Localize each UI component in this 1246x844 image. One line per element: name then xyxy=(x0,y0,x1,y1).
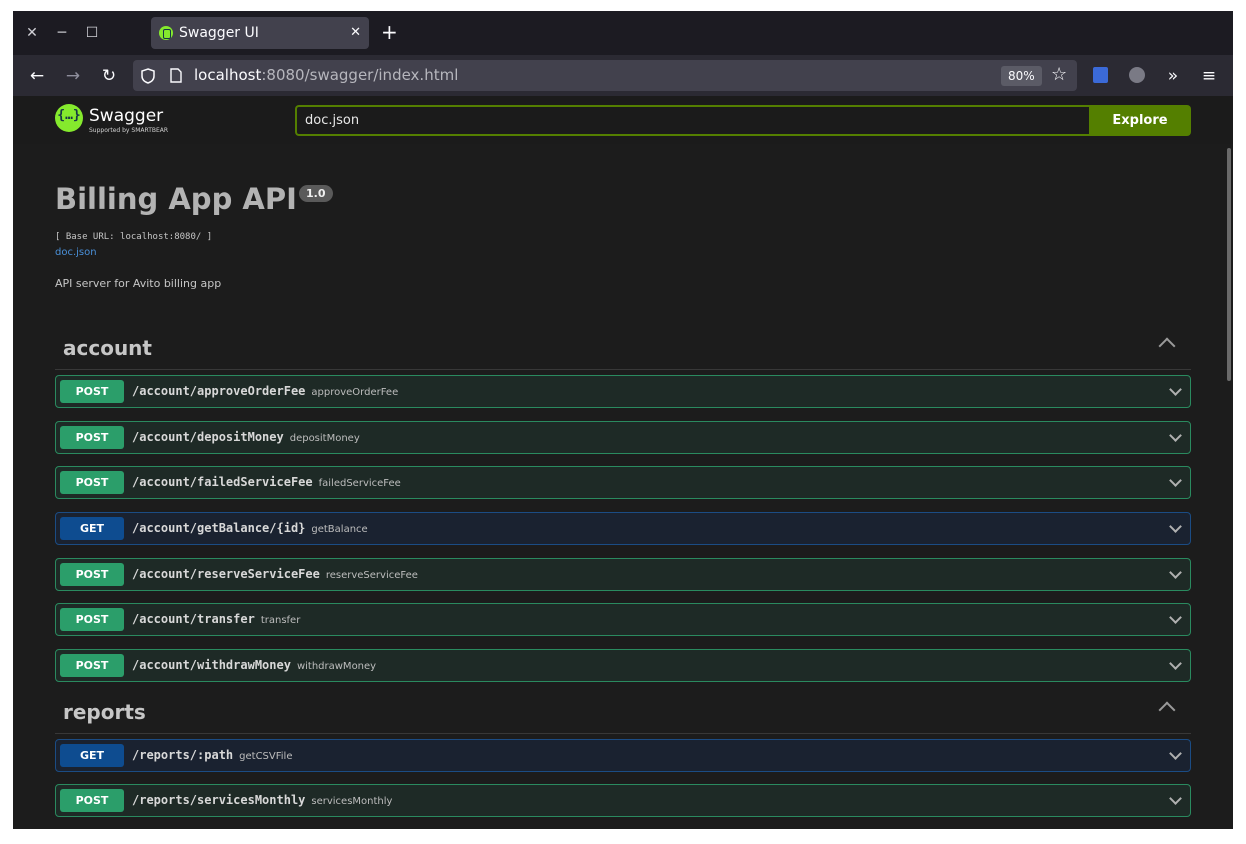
chevron-down-icon[interactable] xyxy=(1169,747,1182,760)
shield-icon[interactable] xyxy=(141,68,155,84)
path-text: /account/transfer xyxy=(132,612,255,626)
method-badge: POST xyxy=(60,654,124,677)
new-tab-icon[interactable]: + xyxy=(381,21,398,43)
operation-path: /account/depositMoney depositMoney xyxy=(132,430,360,444)
method-badge: GET xyxy=(60,517,124,540)
operation-path: /account/getBalance/{id} getBalance xyxy=(132,521,368,535)
tag-header-reports[interactable]: reports xyxy=(55,690,1191,734)
chevron-down-icon[interactable] xyxy=(1169,520,1182,533)
navigation-bar: ← → ↻ localhost:8080/swagger/index.html … xyxy=(13,55,1233,96)
operation-row[interactable]: GET /account/getBalance/{id} getBalance xyxy=(55,512,1191,545)
operation-summary: approveOrderFee xyxy=(311,387,399,398)
operation-summary: failedServiceFee xyxy=(318,478,401,489)
tab-close-icon[interactable]: ✕ xyxy=(350,25,361,40)
operation-summary: reserveServiceFee xyxy=(325,570,418,581)
path-text: /account/depositMoney xyxy=(132,430,284,444)
operation-summary: getCSVFile xyxy=(239,751,293,762)
operation-row[interactable]: POST /account/failedServiceFee failedServ… xyxy=(55,466,1191,499)
extension-avatar-icon[interactable] xyxy=(1129,67,1145,83)
reload-icon[interactable]: ↻ xyxy=(98,65,120,87)
path-text: /account/approveOrderFee xyxy=(132,384,306,398)
version-badge: 1.0 xyxy=(299,185,333,202)
base-url: [ Base URL: localhost:8080/ ] xyxy=(55,232,213,242)
method-badge: POST xyxy=(60,471,124,494)
path-text: /account/reserveServiceFee xyxy=(132,567,320,581)
api-description: API server for Avito billing app xyxy=(55,277,222,290)
operation-row[interactable]: GET /reports/:path getCSVFile xyxy=(55,739,1191,772)
operation-path: /account/withdrawMoney withdrawMoney xyxy=(132,658,376,672)
extension-shield-icon[interactable] xyxy=(1093,67,1108,83)
operation-summary: servicesMonthly xyxy=(311,796,393,807)
chevron-down-icon[interactable] xyxy=(1169,657,1182,670)
operation-row[interactable]: POST /account/withdrawMoney withdrawMoney xyxy=(55,649,1191,682)
path-text: /reports/:path xyxy=(132,748,234,762)
swagger-favicon-icon xyxy=(159,26,173,40)
overflow-extensions-icon[interactable]: » xyxy=(1162,65,1184,87)
path-text: /account/failedServiceFee xyxy=(132,475,313,489)
swagger-content: Billing App API 1.0 [ Base URL: localhos… xyxy=(13,144,1233,829)
chevron-up-icon[interactable] xyxy=(1158,701,1176,719)
operation-row[interactable]: POST /account/transfer transfer xyxy=(55,603,1191,636)
close-window-icon[interactable]: ✕ xyxy=(22,23,42,43)
swagger-brand-sub: Supported by SMARTBEAR xyxy=(89,127,169,134)
menu-icon[interactable]: ≡ xyxy=(1198,65,1220,87)
chevron-down-icon[interactable] xyxy=(1169,611,1182,624)
browser-tab[interactable]: Swagger UI ✕ xyxy=(151,17,369,49)
title-bar: ✕ ─ ☐ Swagger UI ✕ + xyxy=(13,11,1233,55)
page-icon[interactable] xyxy=(170,68,182,83)
swagger-logo-icon: {…} xyxy=(55,104,83,132)
tag-name: account xyxy=(63,336,152,360)
chevron-down-icon[interactable] xyxy=(1169,429,1182,442)
maximize-window-icon[interactable]: ☐ xyxy=(82,23,102,43)
scrollbar-thumb[interactable] xyxy=(1227,148,1231,381)
tag-header-account[interactable]: account xyxy=(55,326,1191,370)
spec-link[interactable]: doc.json xyxy=(55,247,97,258)
swagger-brand: Swagger xyxy=(89,106,164,126)
operation-path: /reports/servicesMonthly servicesMonthly xyxy=(132,793,392,807)
url-host: localhost xyxy=(194,66,262,84)
chevron-down-icon[interactable] xyxy=(1169,383,1182,396)
method-badge: POST xyxy=(60,608,124,631)
operation-row[interactable]: POST /account/reserveServiceFee reserveSe… xyxy=(55,558,1191,591)
address-bar[interactable]: localhost:8080/swagger/index.html 80% ☆ xyxy=(133,60,1077,91)
method-badge: POST xyxy=(60,426,124,449)
operation-row[interactable]: POST /reports/servicesMonthly servicesMon… xyxy=(55,784,1191,817)
operation-row[interactable]: POST /account/approveOrderFee approveOrde… xyxy=(55,375,1191,408)
url-text[interactable]: localhost:8080/swagger/index.html xyxy=(194,66,458,84)
zoom-indicator[interactable]: 80% xyxy=(1001,66,1042,86)
back-icon[interactable]: ← xyxy=(26,65,48,87)
operation-path: /reports/:path getCSVFile xyxy=(132,748,292,762)
operation-summary: depositMoney xyxy=(289,433,360,444)
operation-path: /account/failedServiceFee failedServiceFe… xyxy=(132,475,401,489)
browser-window: ✕ ─ ☐ Swagger UI ✕ + ← → ↻ localhost:808… xyxy=(13,11,1233,829)
operation-path: /account/approveOrderFee approveOrderFee xyxy=(132,384,398,398)
explore-button[interactable]: Explore xyxy=(1089,105,1191,136)
swagger-topbar: {…} Swagger Supported by SMARTBEAR doc.j… xyxy=(13,96,1233,144)
chevron-down-icon[interactable] xyxy=(1169,474,1182,487)
operation-summary: getBalance xyxy=(311,524,368,535)
path-text: /account/withdrawMoney xyxy=(132,658,291,672)
operation-summary: transfer xyxy=(260,615,301,626)
operation-path: /account/transfer transfer xyxy=(132,612,300,626)
tab-title: Swagger UI xyxy=(179,25,259,41)
forward-icon[interactable]: → xyxy=(62,65,84,87)
chevron-up-icon[interactable] xyxy=(1158,337,1176,355)
operation-path: /account/reserveServiceFee reserveService… xyxy=(132,567,418,581)
url-path: :8080/swagger/index.html xyxy=(261,66,459,84)
method-badge: POST xyxy=(60,380,124,403)
method-badge: POST xyxy=(60,563,124,586)
chevron-down-icon[interactable] xyxy=(1169,566,1182,579)
operation-row[interactable]: POST /account/depositMoney depositMoney xyxy=(55,421,1191,454)
bookmark-star-icon[interactable]: ☆ xyxy=(1051,64,1067,85)
chevron-down-icon[interactable] xyxy=(1169,792,1182,805)
api-title: Billing App API xyxy=(55,182,297,216)
method-badge: GET xyxy=(60,744,124,767)
method-badge: POST xyxy=(60,789,124,812)
spec-url-input[interactable]: doc.json xyxy=(295,105,1089,136)
operation-summary: withdrawMoney xyxy=(296,661,377,672)
path-text: /account/getBalance/{id} xyxy=(132,521,306,535)
tag-name: reports xyxy=(63,700,146,724)
path-text: /reports/servicesMonthly xyxy=(132,793,306,807)
minimize-window-icon[interactable]: ─ xyxy=(52,23,72,43)
